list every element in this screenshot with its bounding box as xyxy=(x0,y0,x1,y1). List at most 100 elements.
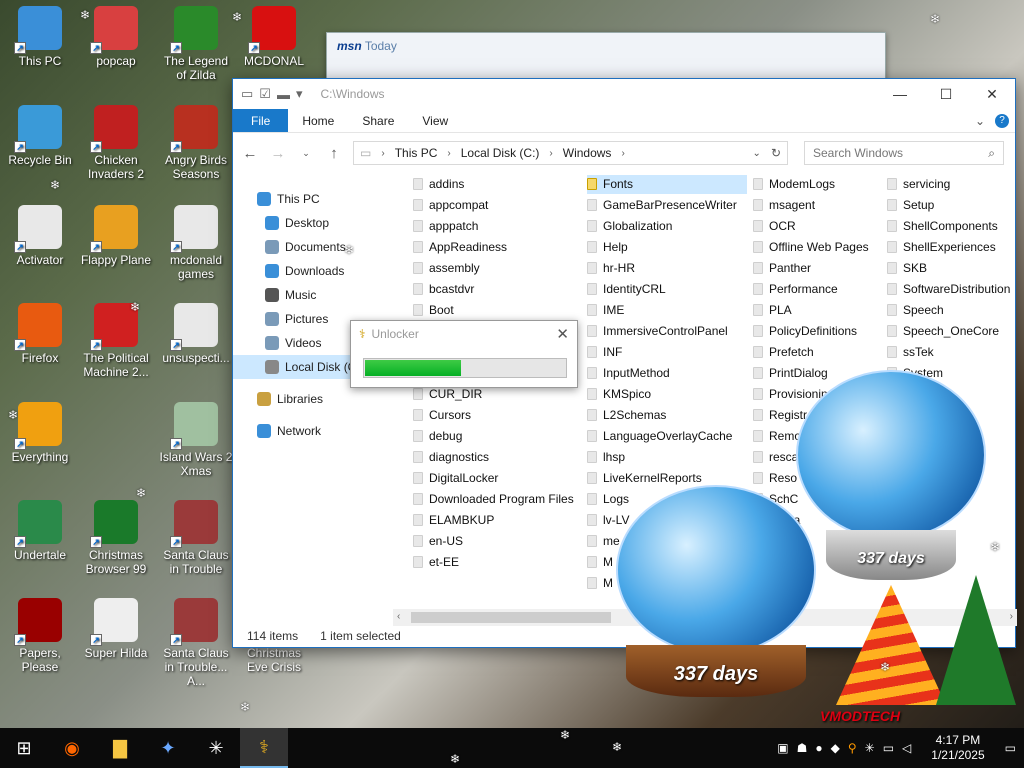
close-button[interactable]: ✕ xyxy=(556,325,569,343)
folder-item[interactable]: Downloaded Program Files xyxy=(413,488,583,509)
desktop-icon[interactable]: ↗ Papers, Please xyxy=(2,598,78,674)
folder-item[interactable]: Cursors xyxy=(413,404,583,425)
desktop-icon[interactable]: ↗ Undertale xyxy=(2,500,78,562)
folder-item[interactable]: Boot xyxy=(413,299,583,320)
help-icon[interactable]: ? xyxy=(995,113,1009,128)
volume-icon[interactable]: ◁ xyxy=(902,741,911,755)
unlocker-dialog[interactable]: ⚕ Unlocker ✕ xyxy=(350,320,578,388)
snow-globe-widget[interactable]: 337 days xyxy=(616,485,816,700)
firefox-taskbar[interactable]: ◉ xyxy=(48,728,96,768)
folder-item[interactable]: IME xyxy=(587,299,747,320)
search-everything-icon[interactable]: ⚲ xyxy=(848,741,857,755)
folder-item[interactable]: LanguageOverlayCache xyxy=(587,425,747,446)
start-button[interactable]: ⊞ xyxy=(0,728,48,768)
up-button[interactable]: ↑ xyxy=(325,145,343,162)
desktop-icon[interactable]: ↗ MCDONAL xyxy=(236,6,312,68)
folder-item[interactable]: ELAMBKUP xyxy=(413,509,583,530)
minimize-button[interactable]: — xyxy=(877,86,923,103)
desktop-icon[interactable]: ↗ mcdonald games xyxy=(158,205,234,281)
desktop-icon[interactable]: ↗ Santa Claus in Trouble xyxy=(158,500,234,576)
forward-button[interactable]: → xyxy=(269,145,287,162)
folder-item[interactable]: Help xyxy=(587,236,747,257)
nav-item[interactable]: Libraries xyxy=(233,387,403,411)
chevron-down-icon[interactable]: ▾ xyxy=(296,86,303,102)
close-button[interactable]: ✕ xyxy=(969,86,1015,103)
folder-item[interactable]: debug xyxy=(413,425,583,446)
snow-globe-widget[interactable]: 337 days xyxy=(796,370,990,585)
drop-icon[interactable]: ● xyxy=(815,741,822,755)
unlocker-titlebar[interactable]: ⚕ Unlocker ✕ xyxy=(351,321,577,347)
app-taskbar[interactable]: ✦ xyxy=(144,728,192,768)
folder-item[interactable]: Speech_OneCore xyxy=(887,320,1017,341)
folder-item[interactable]: Performance xyxy=(753,278,883,299)
notification-icon[interactable]: ▭ xyxy=(1005,741,1016,755)
folder-item[interactable]: hr-HR xyxy=(587,257,747,278)
nav-item[interactable]: Documents xyxy=(233,235,403,259)
folder-item[interactable]: Setup xyxy=(887,194,1017,215)
breadcrumb-windows[interactable]: Windows xyxy=(563,146,612,160)
folder-item[interactable]: Globalization xyxy=(587,215,747,236)
folder-item[interactable]: diagnostics xyxy=(413,446,583,467)
recent-locations-button[interactable]: ⌄ xyxy=(297,148,315,159)
scrollbar-thumb[interactable] xyxy=(411,612,611,623)
folder-item[interactable]: ssTek xyxy=(887,341,1017,362)
folder-item[interactable]: lhsp xyxy=(587,446,747,467)
folder-item[interactable]: InputMethod xyxy=(587,362,747,383)
folder-item[interactable]: addins xyxy=(413,175,583,194)
expand-ribbon-icon[interactable]: ⌄ xyxy=(975,114,985,128)
folder-item[interactable]: SoftwareDistribution xyxy=(887,278,1017,299)
search-input[interactable]: Search Windows ⌕ xyxy=(804,141,1004,165)
folder-item[interactable]: ShellComponents xyxy=(887,215,1017,236)
folder-item[interactable]: PLA xyxy=(753,299,883,320)
properties-icon[interactable]: ☑ xyxy=(259,86,271,102)
breadcrumb-local-disk[interactable]: Local Disk (C:) xyxy=(461,146,540,160)
folder-item[interactable]: servicing xyxy=(887,175,1017,194)
nav-item[interactable]: Network xyxy=(233,419,403,443)
tab-home[interactable]: Home xyxy=(288,109,348,132)
folder-item[interactable]: Speech xyxy=(887,299,1017,320)
desktop-icon[interactable]: ↗ Firefox xyxy=(2,303,78,365)
folder-item[interactable]: msagent xyxy=(753,194,883,215)
desktop-icon[interactable]: ↗ Super Hilda xyxy=(78,598,154,660)
desktop-icon[interactable]: ↗ The Legend of Zilda xyxy=(158,6,234,82)
folder-item[interactable]: KMSpico xyxy=(587,383,747,404)
folder-item[interactable]: Panther xyxy=(753,257,883,278)
folder-item[interactable]: L2Schemas xyxy=(587,404,747,425)
tab-share[interactable]: Share xyxy=(348,109,408,132)
desktop-icon[interactable]: ↗ Santa Claus in Trouble... A... xyxy=(158,598,234,688)
app-tray-icon[interactable]: ▣ xyxy=(777,741,788,755)
folder-item[interactable]: SKB xyxy=(887,257,1017,278)
folder-item[interactable]: apppatch xyxy=(413,215,583,236)
folder-item[interactable]: IdentityCRL xyxy=(587,278,747,299)
desktop-icon[interactable]: ↗ Island Wars 2 Xmas xyxy=(158,402,234,478)
desktop-icon[interactable]: ↗ unsuspecti... xyxy=(158,303,234,365)
maximize-button[interactable]: ☐ xyxy=(923,86,969,103)
desktop-icon[interactable]: ↗ Activator xyxy=(2,205,78,267)
breadcrumb-this-pc[interactable]: This PC xyxy=(395,146,438,160)
folder-item[interactable]: bcastdvr xyxy=(413,278,583,299)
new-folder-icon[interactable]: ▬ xyxy=(277,87,290,102)
folder-item[interactable]: assembly xyxy=(413,257,583,278)
folder-item[interactable]: ModemLogs xyxy=(753,175,883,194)
snowflake-taskbar[interactable]: ✳ xyxy=(192,728,240,768)
folder-item[interactable]: Offline Web Pages xyxy=(753,236,883,257)
water-icon[interactable]: ◆ xyxy=(831,741,840,755)
nav-item[interactable]: Desktop xyxy=(233,211,403,235)
folder-item[interactable]: ShellExperiences xyxy=(887,236,1017,257)
tab-file[interactable]: File xyxy=(233,109,289,132)
unlocker-taskbar[interactable]: ⚕ xyxy=(240,728,288,768)
clock[interactable]: 4:17 PM 1/21/2025 xyxy=(931,733,984,763)
network-icon[interactable]: ▭ xyxy=(883,741,894,755)
folder-item[interactable]: Prefetch xyxy=(753,341,883,362)
desktop-icon[interactable]: ↗ The Political Machine 2... xyxy=(78,303,154,379)
desktop-icon[interactable]: ↗ Chicken Invaders 2 xyxy=(78,105,154,181)
folder-item[interactable]: en-US xyxy=(413,530,583,551)
folder-item[interactable]: GameBarPresenceWriter xyxy=(587,194,747,215)
people-icon[interactable]: ☗ xyxy=(797,741,808,755)
back-button[interactable]: ← xyxy=(241,145,259,162)
folder-item[interactable]: appcompat xyxy=(413,194,583,215)
refresh-icon[interactable]: ↻ xyxy=(771,146,781,160)
folder-item[interactable]: INF xyxy=(587,341,747,362)
explorer-titlebar[interactable]: ▭ ☑ ▬ ▾ C:\Windows — ☐ ✕ xyxy=(233,79,1015,109)
nav-item[interactable]: Downloads xyxy=(233,259,403,283)
